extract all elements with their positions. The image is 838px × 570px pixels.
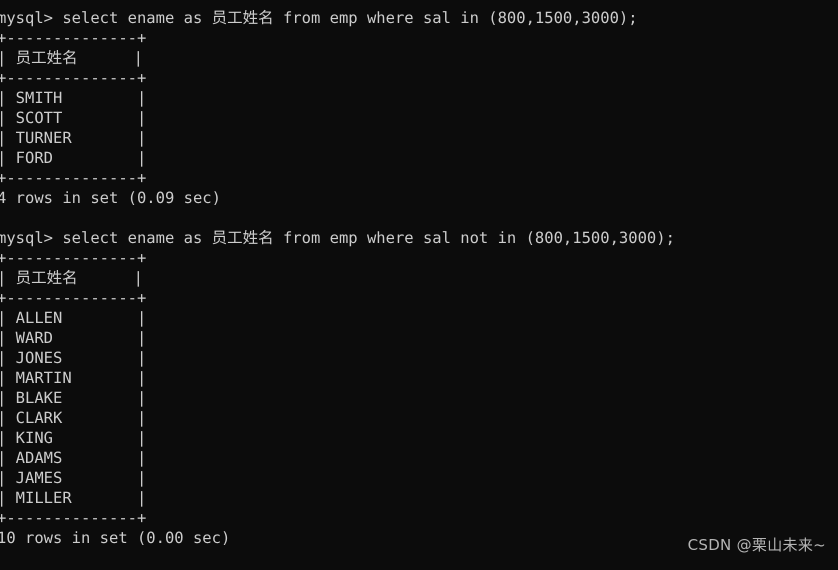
terminal-line: +--------------+ [0,289,147,307]
terminal-line: | KING | [0,429,147,447]
terminal-line: | MILLER | [0,489,147,507]
terminal-line: | 员工姓名 | [0,269,143,287]
terminal-line: | JONES | [0,349,147,367]
terminal-line: | SCOTT | [0,109,147,127]
terminal-line: +--------------+ [0,509,147,527]
terminal-window[interactable]: mysql> select ename as 员工姓名 from emp whe… [0,0,838,570]
terminal-line: +--------------+ [0,69,147,87]
terminal-line: mysql> select ename as 员工姓名 from emp whe… [0,229,675,247]
terminal-line: | JAMES | [0,469,147,487]
terminal-line: +--------------+ [0,249,147,267]
terminal-line: 4 rows in set (0.09 sec) [0,189,221,207]
terminal-output: mysql> select ename as 员工姓名 from emp whe… [0,8,838,548]
terminal-line: | TURNER | [0,129,147,147]
terminal-line: +--------------+ [0,29,147,47]
terminal-line: | CLARK | [0,409,147,427]
terminal-line: | BLAKE | [0,389,147,407]
terminal-line: | ALLEN | [0,309,147,327]
terminal-line: | SMITH | [0,89,147,107]
terminal-line: | 员工姓名 | [0,49,143,67]
terminal-line: +--------------+ [0,169,147,187]
terminal-line: mysql> select ename as 员工姓名 from emp whe… [0,9,638,27]
csdn-watermark: CSDN @栗山未来~ [687,536,826,554]
terminal-line: | MARTIN | [0,369,147,387]
terminal-line: | ADAMS | [0,449,147,467]
terminal-line: | WARD | [0,329,147,347]
terminal-line: | FORD | [0,149,147,167]
